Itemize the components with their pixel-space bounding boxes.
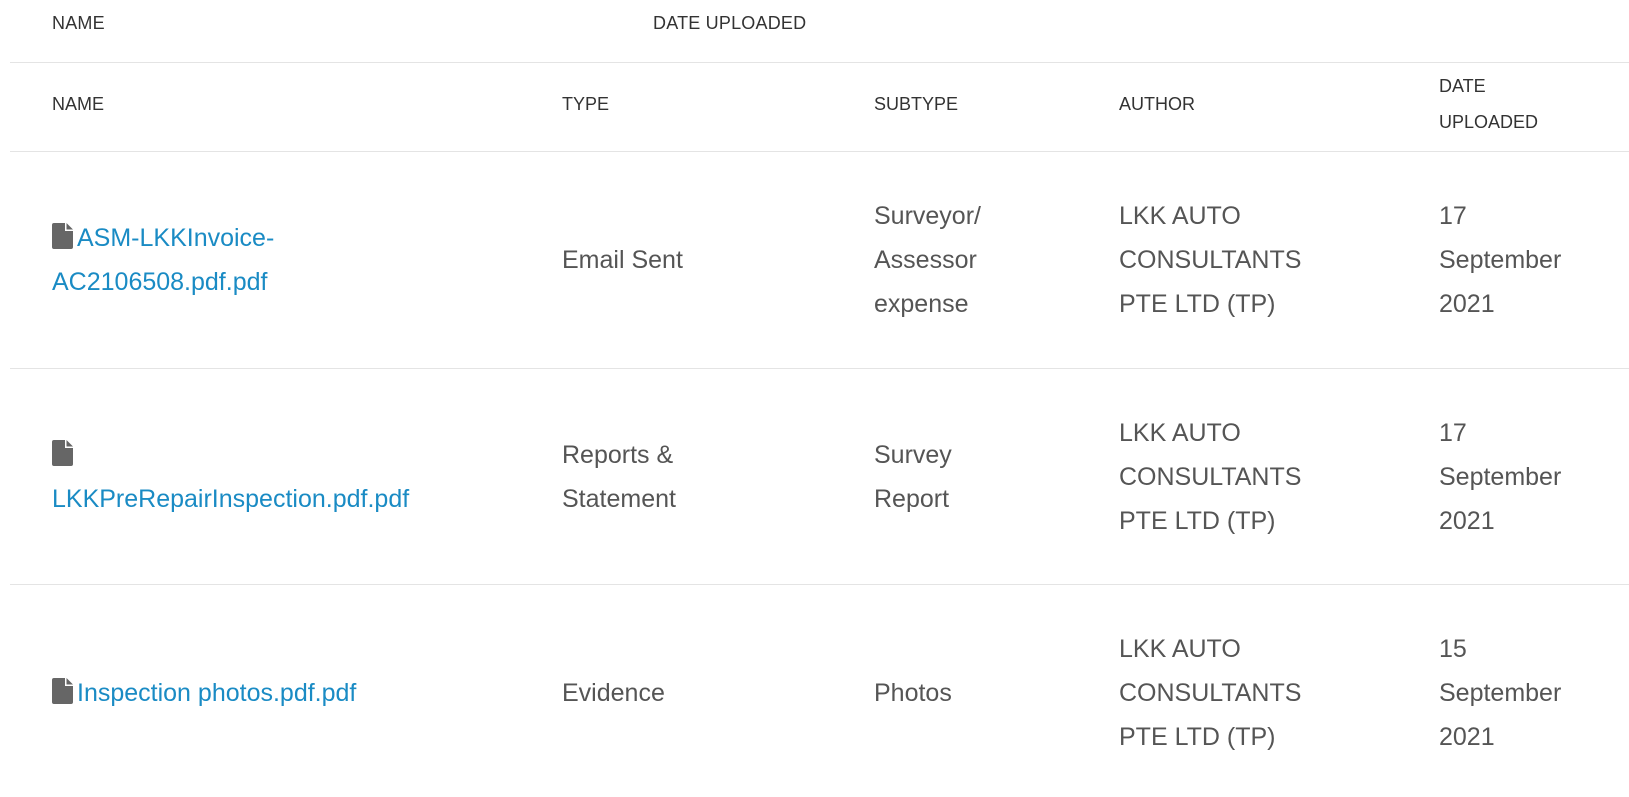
table-header: NAME TYPE SUBTYPE AUTHOR DATE UPLOADED <box>0 63 1629 153</box>
type-text: Email Sent <box>562 246 683 274</box>
header-name[interactable]: NAME <box>52 13 105 34</box>
subtype-cell: Survey Report <box>874 433 1064 521</box>
date-cell: 15 September 2021 <box>1439 627 1624 759</box>
subtype-text: Photos <box>874 679 952 707</box>
author-line3: PTE LTD (TP) <box>1119 507 1276 535</box>
sticky-table-header: NAME DATE UPLOADED <box>0 0 1629 62</box>
column-header-date-line2: UPLOADED <box>1439 112 1539 132</box>
author-line1: LKK AUTO <box>1119 202 1241 230</box>
subtype-line1: Surveyor/ <box>874 202 981 230</box>
author-line2: CONSULTANTS <box>1119 246 1302 274</box>
subtype-cell: Surveyor/ Assessor expense <box>874 194 1064 326</box>
file-name-cell: ASM-LKKInvoice- AC2106508.pdf.pdf <box>52 216 492 304</box>
column-header-author[interactable]: AUTHOR <box>1119 86 1195 122</box>
table-row: ASM-LKKInvoice- AC2106508.pdf.pdf Email S… <box>0 152 1629 368</box>
date-cell: 17 September 2021 <box>1439 194 1624 326</box>
author-line2: CONSULTANTS <box>1119 463 1302 491</box>
column-header-name[interactable]: NAME <box>52 86 104 122</box>
header-date-uploaded[interactable]: DATE UPLOADED <box>653 13 806 34</box>
type-cell: Email Sent <box>562 238 842 282</box>
date-line2: September <box>1439 463 1562 491</box>
author-line3: PTE LTD (TP) <box>1119 723 1276 751</box>
column-header-type[interactable]: TYPE <box>562 86 609 122</box>
subtype-line3: expense <box>874 290 969 318</box>
type-line2: Statement <box>562 485 676 513</box>
file-icon <box>52 678 73 704</box>
type-cell: Evidence <box>562 671 842 715</box>
author-cell: LKK AUTO CONSULTANTS PTE LTD (TP) <box>1119 627 1359 759</box>
author-cell: LKK AUTO CONSULTANTS PTE LTD (TP) <box>1119 194 1359 326</box>
date-line1: 15 <box>1439 635 1467 663</box>
author-line3: PTE LTD (TP) <box>1119 290 1276 318</box>
file-link[interactable]: Inspection photos.pdf.pdf <box>52 678 357 707</box>
file-link[interactable]: ASM-LKKInvoice- AC2106508.pdf.pdf <box>52 223 275 296</box>
subtype-cell: Photos <box>874 671 1064 715</box>
date-line1: 17 <box>1439 202 1467 230</box>
author-line2: CONSULTANTS <box>1119 679 1302 707</box>
file-link[interactable]: LKKPreRepairInspection.pdf.pdf <box>52 440 410 513</box>
date-line1: 17 <box>1439 419 1467 447</box>
column-header-subtype[interactable]: SUBTYPE <box>874 86 958 122</box>
file-name-line1: Inspection photos.pdf.pdf <box>77 679 357 707</box>
column-header-date-line1: DATE <box>1439 76 1486 96</box>
author-line1: LKK AUTO <box>1119 419 1241 447</box>
type-cell: Reports & Statement <box>562 433 842 521</box>
date-line3: 2021 <box>1439 290 1495 318</box>
file-name-line1: ASM-LKKInvoice- <box>77 224 275 252</box>
author-line1: LKK AUTO <box>1119 635 1241 663</box>
file-name-cell: Inspection photos.pdf.pdf <box>52 671 492 715</box>
date-cell: 17 September 2021 <box>1439 411 1624 543</box>
documents-page: NAME DATE UPLOADED NAME TYPE SUBTYPE AUT… <box>0 0 1629 797</box>
type-line1: Reports & <box>562 441 674 469</box>
date-line3: 2021 <box>1439 507 1495 535</box>
subtype-line2: Assessor <box>874 246 977 274</box>
file-name-line2: AC2106508.pdf.pdf <box>52 268 268 296</box>
column-header-date-uploaded[interactable]: DATE UPLOADED <box>1439 68 1538 140</box>
date-line3: 2021 <box>1439 723 1495 751</box>
author-cell: LKK AUTO CONSULTANTS PTE LTD (TP) <box>1119 411 1359 543</box>
subtype-line2: Report <box>874 485 950 513</box>
date-line2: September <box>1439 679 1562 707</box>
date-line2: September <box>1439 246 1562 274</box>
file-name-cell: LKKPreRepairInspection.pdf.pdf <box>52 433 492 521</box>
file-icon <box>52 223 73 249</box>
file-name-line1: LKKPreRepairInspection.pdf.pdf <box>52 485 410 513</box>
subtype-line1: Survey <box>874 441 952 469</box>
type-text: Evidence <box>562 679 665 707</box>
table-row: Inspection photos.pdf.pdf Evidence Photo… <box>0 585 1629 797</box>
file-icon <box>52 440 73 466</box>
table-row: LKKPreRepairInspection.pdf.pdf Reports &… <box>0 369 1629 585</box>
